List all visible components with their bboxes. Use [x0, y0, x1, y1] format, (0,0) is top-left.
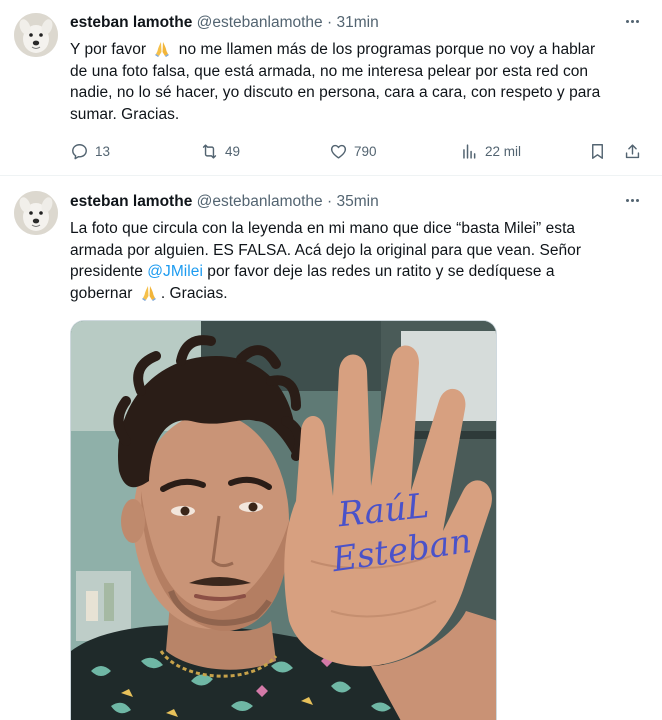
author-avatar[interactable]	[14, 13, 58, 57]
tweet-2[interactable]: esteban lamothe @estebanlamothe · 35min …	[0, 176, 662, 720]
tweet-timestamp[interactable]: 31min	[336, 14, 378, 31]
author-handle[interactable]: @estebanlamothe	[197, 193, 323, 210]
tweet-header: esteban lamothe @estebanlamothe · 31min	[70, 13, 648, 33]
reply-button[interactable]: 13	[70, 140, 110, 162]
like-count: 790	[354, 143, 377, 159]
tweet-timestamp[interactable]: 35min	[336, 193, 378, 210]
tweet-text-line: La foto que circula con la leyenda en mi…	[70, 220, 576, 237]
tweet-text: Y por favor no me llamen más de los prog…	[70, 39, 648, 125]
photo-man-hand-illustration: RaúL Esteban	[71, 321, 496, 720]
like-button[interactable]: 790	[329, 140, 377, 162]
views-chart-icon	[463, 143, 476, 159]
dog-avatar-icon	[14, 191, 58, 235]
mention-link[interactable]: @JMilei	[147, 263, 203, 280]
separator-dot: ·	[326, 193, 333, 210]
separator-dot: ·	[326, 14, 333, 31]
author-avatar[interactable]	[14, 191, 58, 235]
folded-hands-emoji-icon	[140, 285, 158, 301]
repost-button[interactable]: 49	[200, 140, 240, 162]
tweet-text-line: sumar. Gracias.	[70, 105, 180, 123]
heart-icon	[330, 144, 347, 159]
tweet-1[interactable]: esteban lamothe @estebanlamothe · 31min …	[0, 0, 662, 176]
views-count: 22 mil	[485, 143, 522, 159]
dog-avatar-icon	[14, 13, 58, 57]
repost-icon	[202, 143, 217, 159]
views-button[interactable]: 22 mil	[460, 140, 521, 162]
tweet-text-line: gobernar . Gracias.	[70, 284, 228, 302]
tweet-actions: 13 49 790 22 mil	[70, 140, 648, 162]
tweet-text-line: armada por alguien. ES FALSA. Acá dejo l…	[70, 241, 582, 259]
tweet-text-line: presidente @JMilei por favor deje las re…	[70, 263, 555, 280]
tweet-text-line: Y por favor no me llamen más de los prog…	[70, 41, 596, 58]
bookmark-icon	[592, 143, 603, 159]
tweet-photo[interactable]: RaúL Esteban	[70, 320, 497, 720]
share-icon	[625, 143, 640, 158]
bookmark-button[interactable]	[588, 140, 607, 162]
share-button[interactable]	[623, 140, 642, 162]
repost-count: 49	[225, 143, 241, 159]
reply-icon	[72, 143, 87, 159]
tweet-header: esteban lamothe @estebanlamothe · 35min	[70, 192, 648, 212]
tweet-text-line: de una foto falsa, que está armada, no m…	[70, 62, 589, 80]
reply-count: 13	[95, 143, 111, 159]
more-options-icon[interactable]	[622, 190, 642, 210]
author-name[interactable]: esteban lamothe	[70, 14, 192, 31]
folded-hands-emoji-icon	[153, 41, 171, 57]
more-options-icon[interactable]	[622, 11, 642, 31]
author-handle[interactable]: @estebanlamothe	[197, 14, 323, 31]
tweet-text: La foto que circula con la leyenda en mi…	[70, 218, 648, 304]
tweet-text-line: nadie, no lo sé hacer, yo discuto en per…	[70, 84, 601, 101]
author-name[interactable]: esteban lamothe	[70, 193, 192, 210]
